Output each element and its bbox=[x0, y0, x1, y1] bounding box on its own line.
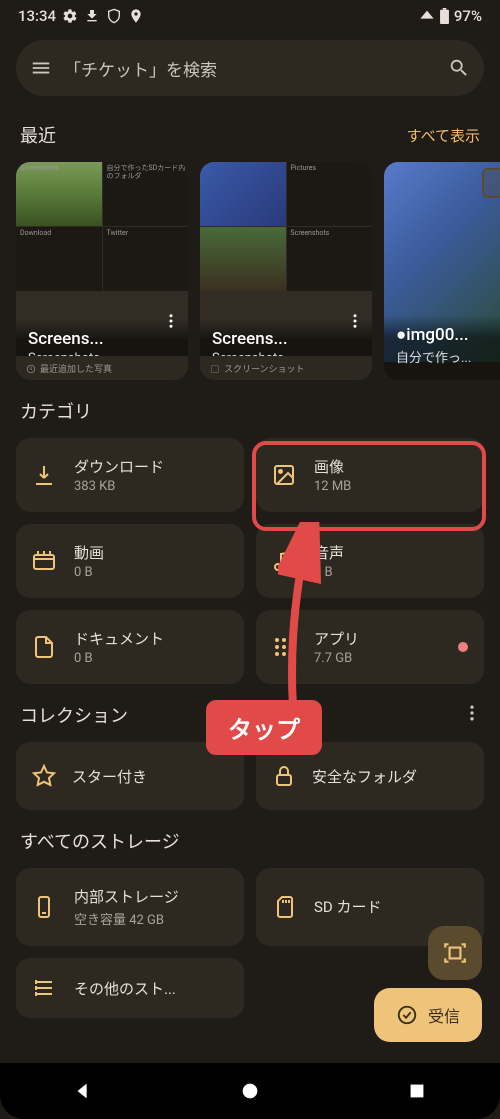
section-title-storage: すべてのストレージ bbox=[20, 828, 180, 854]
gear-icon bbox=[62, 8, 78, 24]
fab-receive[interactable]: 受信 bbox=[374, 988, 482, 1042]
category-size: 0 B bbox=[74, 565, 104, 580]
sd-card-icon bbox=[272, 895, 296, 919]
storage-other[interactable]: その他のスト... bbox=[16, 958, 244, 1018]
category-label: 動画 bbox=[74, 542, 104, 563]
nav-back[interactable] bbox=[72, 1080, 94, 1102]
recent-card[interactable]: Screenshots 自分で作ったSDカード内のフォルダ Download T… bbox=[16, 162, 188, 380]
navigation-bar bbox=[0, 1063, 500, 1119]
category-downloads[interactable]: ダウンロード 383 KB bbox=[16, 438, 244, 512]
storage-label: 内部ストレージ bbox=[74, 886, 179, 907]
category-label: アプリ bbox=[314, 628, 359, 649]
audio-icon bbox=[272, 549, 296, 573]
receive-icon bbox=[396, 1004, 418, 1026]
document-icon bbox=[32, 635, 56, 659]
storage-internal[interactable]: 内部ストレージ空き容量 42 GB bbox=[16, 868, 244, 946]
search-icon[interactable] bbox=[448, 57, 470, 79]
fab-scan[interactable] bbox=[428, 926, 482, 980]
category-size: 383 KB bbox=[74, 479, 164, 494]
download-icon bbox=[32, 463, 56, 487]
more-icon[interactable] bbox=[162, 312, 180, 330]
recent-header: 最近 すべて表示 bbox=[0, 104, 500, 162]
section-title-recent: 最近 bbox=[20, 122, 56, 148]
search-placeholder: 「チケット」を検索 bbox=[64, 56, 448, 81]
category-label: ダウンロード bbox=[74, 456, 164, 477]
location-icon bbox=[128, 8, 144, 24]
category-label: ドキュメント bbox=[74, 628, 164, 649]
menu-icon[interactable] bbox=[30, 57, 52, 79]
storage-label: SD カード bbox=[314, 896, 381, 917]
category-size: 12 MB bbox=[314, 479, 351, 494]
category-size: 0 B bbox=[314, 565, 344, 580]
fab-receive-label: 受信 bbox=[428, 1003, 460, 1027]
status-time: 13:34 bbox=[18, 7, 56, 25]
category-apps[interactable]: アプリ 7.7 GB bbox=[256, 610, 484, 684]
annotation-callout: タップ bbox=[206, 700, 322, 755]
collection-label: 安全なフォルダ bbox=[312, 766, 417, 787]
nav-home[interactable] bbox=[239, 1080, 261, 1102]
notification-dot bbox=[458, 642, 468, 652]
recent-card[interactable]: Pictures Screenshots Screens... Screensh… bbox=[200, 162, 372, 380]
download-icon bbox=[84, 8, 100, 24]
more-icon[interactable] bbox=[462, 703, 482, 723]
category-videos[interactable]: 動画 0 B bbox=[16, 524, 244, 598]
recent-card-title: Screens... bbox=[212, 329, 360, 349]
categories-header: カテゴリ bbox=[0, 380, 500, 438]
recent-card-subtitle: 自分で作っ... bbox=[396, 347, 500, 366]
storage-header: すべてのストレージ bbox=[0, 810, 500, 868]
more-icon[interactable] bbox=[346, 312, 364, 330]
category-documents[interactable]: ドキュメント 0 B bbox=[16, 610, 244, 684]
recent-card-title: Screens... bbox=[28, 329, 176, 349]
wifi-icon bbox=[419, 8, 435, 24]
categories-grid: ダウンロード 383 KB 画像 12 MB 動画 0 B 音声 0 B ドキュメント 0… bbox=[0, 438, 500, 684]
sd-card-icon bbox=[482, 168, 500, 198]
star-icon bbox=[32, 764, 56, 788]
battery-percent: 97% bbox=[454, 7, 482, 25]
category-audio[interactable]: 音声 0 B bbox=[256, 524, 484, 598]
lock-icon bbox=[272, 764, 296, 788]
apps-icon bbox=[272, 635, 296, 659]
section-title-categories: カテゴリ bbox=[20, 398, 92, 424]
recent-see-all[interactable]: すべて表示 bbox=[407, 125, 480, 146]
status-bar: 13:34 97% bbox=[0, 0, 500, 32]
recent-row: Screenshots 自分で作ったSDカード内のフォルダ Download T… bbox=[0, 162, 500, 380]
section-title-collections: コレクション bbox=[20, 702, 128, 728]
nav-recent[interactable] bbox=[406, 1080, 428, 1102]
phone-icon bbox=[32, 895, 56, 919]
recent-card[interactable]: ●img00... 自分で作っ... bbox=[384, 162, 500, 380]
recent-card-title: ●img00... bbox=[396, 325, 500, 345]
category-size: 0 B bbox=[74, 651, 164, 666]
video-icon bbox=[32, 549, 56, 573]
category-size: 7.7 GB bbox=[314, 651, 359, 666]
storage-label: その他のスト... bbox=[74, 978, 176, 999]
battery-icon bbox=[439, 8, 450, 24]
image-icon bbox=[272, 463, 296, 487]
category-label: 音声 bbox=[314, 542, 344, 563]
scan-icon bbox=[442, 940, 468, 966]
collection-label: スター付き bbox=[72, 766, 147, 787]
shield-icon bbox=[106, 8, 122, 24]
search-bar[interactable]: 「チケット」を検索 bbox=[16, 40, 484, 96]
list-icon bbox=[32, 976, 56, 1000]
storage-size: 空き容量 42 GB bbox=[74, 909, 179, 928]
category-label: 画像 bbox=[314, 456, 351, 477]
category-images[interactable]: 画像 12 MB bbox=[256, 438, 484, 512]
